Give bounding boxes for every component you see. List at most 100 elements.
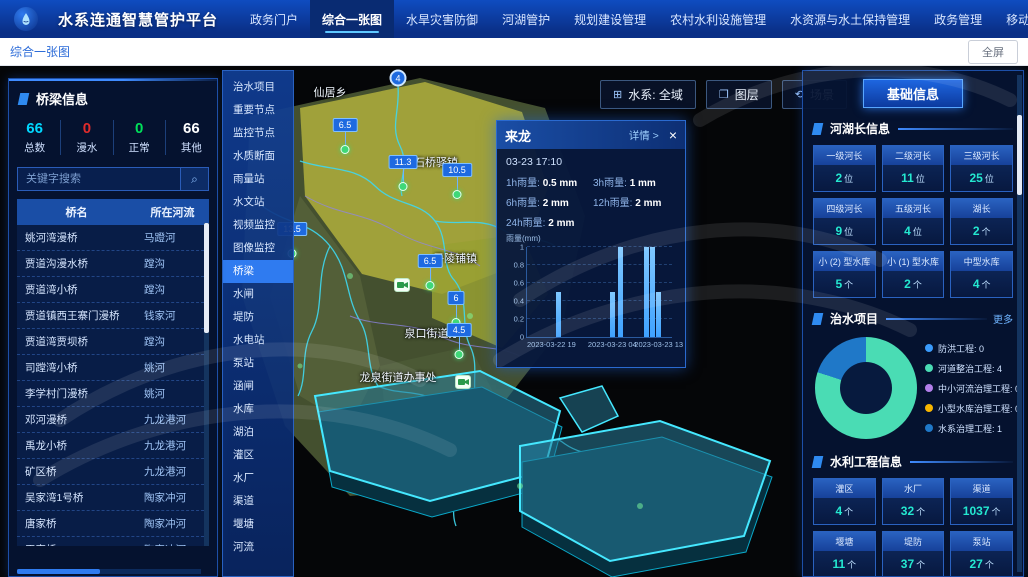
camera-icon[interactable]	[394, 278, 410, 292]
table-row[interactable]: 王家桥陶家冲河	[17, 537, 209, 546]
river-name-cell: 姚河	[136, 355, 209, 380]
rain-metric-0: 1h雨量: 0.5 mm	[506, 174, 589, 189]
breadcrumb[interactable]: 综合一张图	[10, 43, 70, 60]
fullscreen-button[interactable]: 全屏	[968, 40, 1018, 64]
layer-item-4[interactable]: 雨量站	[223, 168, 293, 191]
marker-value-tag: 11.3	[389, 155, 418, 169]
layer-item-6[interactable]: 视频监控	[223, 214, 293, 237]
nav-item-1[interactable]: 综合一张图	[310, 0, 394, 38]
card-label: 一级河长	[814, 146, 875, 165]
column-header-0: 桥名	[17, 199, 136, 225]
popup-header: 来龙 详情 > ×	[497, 121, 685, 149]
bridge-stat-0: 66总数	[9, 120, 60, 155]
table-row[interactable]: 司蹚湾小桥姚河	[17, 355, 209, 381]
map-control-1[interactable]: ❐图层	[706, 80, 772, 109]
river-name-cell: 蹚沟	[136, 329, 209, 354]
layer-item-18[interactable]: 渠道	[223, 490, 293, 513]
water-system-icon: ⊞	[613, 88, 622, 101]
cluster-marker[interactable]: 4	[390, 70, 407, 87]
metric-value: 0.5 mm	[543, 178, 577, 189]
nav-item-6[interactable]: 水资源与水土保持管理	[778, 0, 922, 38]
card-label: 堰塘	[814, 532, 875, 551]
nav-item-5[interactable]: 农村水利设施管理	[658, 0, 778, 38]
station-marker-0[interactable]: 6.5	[344, 122, 346, 154]
card-value: 11个	[814, 557, 875, 571]
engineering-card-2: 渠道1037个	[950, 478, 1013, 525]
top-navbar: 水系连通智慧管护平台 政务门户综合一张图水旱灾害防御河湖管护规划建设管理农村水利…	[0, 0, 1028, 38]
more-link[interactable]: 更多	[993, 311, 1013, 326]
marker-dot	[455, 350, 464, 359]
table-row[interactable]: 矿区桥九龙港河	[17, 459, 209, 485]
close-icon[interactable]: ×	[669, 128, 677, 142]
layer-item-17[interactable]: 水厂	[223, 467, 293, 490]
table-row[interactable]: 禹龙小桥九龙港河	[17, 433, 209, 459]
layers-icon: ❐	[719, 88, 729, 101]
panel-scrollbar[interactable]	[1017, 75, 1022, 572]
layer-item-15[interactable]: 湖泊	[223, 421, 293, 444]
station-marker-4[interactable]: 6.5	[429, 258, 431, 290]
table-row[interactable]: 吴家湾1号桥陶家冲河	[17, 485, 209, 511]
table-row[interactable]: 贾道湾贾坝桥蹚沟	[17, 329, 209, 355]
river-chief-card-4: 五级河长4位	[882, 198, 945, 245]
horizontal-scrollbar[interactable]	[17, 569, 201, 574]
table-row[interactable]: 邓河漫桥九龙港河	[17, 407, 209, 433]
layer-item-9[interactable]: 水闸	[223, 283, 293, 306]
card-unit: 位	[916, 174, 925, 184]
nav-item-7[interactable]: 政务管理	[922, 0, 994, 38]
layer-item-16[interactable]: 灌区	[223, 444, 293, 467]
legend-item-3: 小型水库治理工程: 0	[925, 402, 1020, 415]
vertical-scrollbar[interactable]	[204, 223, 209, 546]
table-row[interactable]: 贾道镇西王寨门漫桥钱家河	[17, 303, 209, 329]
y-tick-label: 1	[520, 243, 524, 252]
layer-item-3[interactable]: 水质断面	[223, 145, 293, 168]
bridge-name-cell: 吴家湾1号桥	[17, 485, 136, 510]
nav-item-0[interactable]: 政务门户	[238, 0, 310, 38]
camera-icon[interactable]	[455, 375, 471, 389]
map-control-0[interactable]: ⊞水系: 全域	[600, 80, 696, 109]
nav-item-8[interactable]: 移动工作管理	[994, 0, 1028, 38]
layer-item-8[interactable]: 桥梁	[223, 260, 293, 283]
nav-item-4[interactable]: 规划建设管理	[562, 0, 658, 38]
table-row[interactable]: 李学村门漫桥姚河	[17, 381, 209, 407]
popup-detail-link[interactable]: 详情 >	[629, 128, 659, 143]
layer-item-14[interactable]: 水库	[223, 398, 293, 421]
layer-item-11[interactable]: 水电站	[223, 329, 293, 352]
section-marker-icon	[812, 123, 824, 135]
bridge-table[interactable]: 桥名所在河流 姚河湾漫桥马蹬河贾道沟漫水桥蹚沟贾道湾小桥蹚沟贾道镇西王寨门漫桥钱…	[17, 199, 209, 546]
search-button[interactable]: ⌕	[181, 167, 209, 191]
legend-item-0: 防洪工程: 0	[925, 342, 1020, 355]
table-row[interactable]: 唐家桥陶家冲河	[17, 511, 209, 537]
layer-item-0[interactable]: 治水项目	[223, 76, 293, 99]
layer-item-12[interactable]: 泵站	[223, 352, 293, 375]
layer-item-5[interactable]: 水文站	[223, 191, 293, 214]
marker-dot	[399, 182, 408, 191]
layer-item-7[interactable]: 图像监控	[223, 237, 293, 260]
legend-item-4: 水系治理工程: 1	[925, 422, 1020, 435]
station-marker-6[interactable]: 4.5	[458, 327, 460, 359]
table-row[interactable]: 贾道湾小桥蹚沟	[17, 277, 209, 303]
table-row[interactable]: 贾道沟漫水桥蹚沟	[17, 251, 209, 277]
metric-value: 2 mm	[635, 198, 661, 209]
layer-item-20[interactable]: 河流	[223, 536, 293, 559]
marker-dot	[453, 190, 462, 199]
layer-item-13[interactable]: 涵闸	[223, 375, 293, 398]
search-input[interactable]	[17, 167, 181, 191]
layer-item-19[interactable]: 堰塘	[223, 513, 293, 536]
layer-item-2[interactable]: 监控节点	[223, 122, 293, 145]
bridge-name-cell: 李学村门漫桥	[17, 381, 136, 406]
basic-info-button[interactable]: 基础信息	[863, 79, 963, 108]
marker-dot	[341, 145, 350, 154]
layer-item-1[interactable]: 重要节点	[223, 99, 293, 122]
nav-item-3[interactable]: 河湖管护	[490, 0, 562, 38]
nav-item-2[interactable]: 水旱灾害防御	[394, 0, 490, 38]
x-tick-label-1: 2023-03-23 04	[588, 340, 637, 349]
station-popup: 来龙 详情 > × 03-23 17:10 1h雨量: 0.5 mm3h雨量: …	[496, 120, 686, 368]
stat-value: 66	[166, 120, 217, 137]
station-marker-1[interactable]: 11.3	[402, 159, 404, 191]
engineering-section-title: 水利工程信息	[830, 453, 902, 470]
station-marker-2[interactable]: 10.5	[456, 167, 458, 199]
layer-item-10[interactable]: 堤防	[223, 306, 293, 329]
stat-value: 0	[114, 120, 165, 137]
legend-item-1: 河道整治工程: 4	[925, 362, 1020, 375]
table-row[interactable]: 姚河湾漫桥马蹬河	[17, 225, 209, 251]
